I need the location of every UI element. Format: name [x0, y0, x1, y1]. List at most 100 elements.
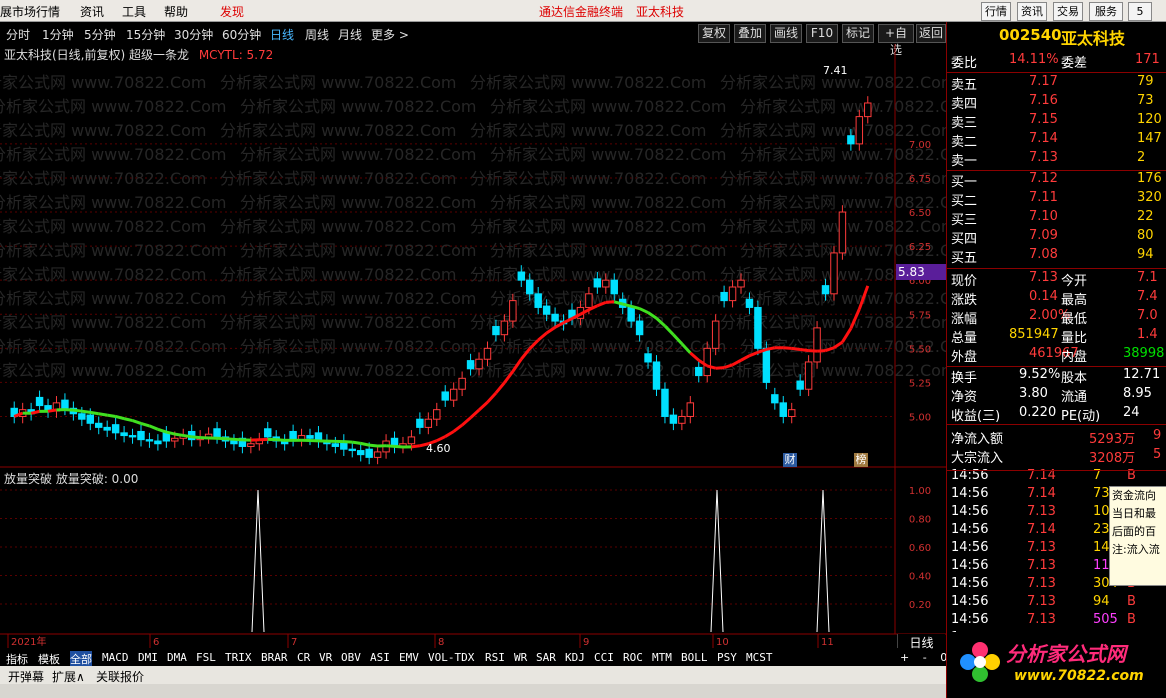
info-label-2: 流通 — [1061, 390, 1088, 405]
tab-fsl[interactable]: FSL — [196, 651, 216, 664]
bid-volume: 320 — [1137, 190, 1162, 205]
stock-title: 亚太科技 — [636, 5, 685, 19]
period-more[interactable]: 更多 > — [371, 26, 409, 43]
menu-news[interactable]: 资讯 — [80, 3, 104, 20]
ask-price: 7.16 — [1029, 93, 1058, 108]
candle-body — [61, 399, 69, 409]
tab-vol-tdx[interactable]: VOL-TDX — [428, 651, 474, 664]
btn-mark[interactable]: 标记 — [842, 24, 874, 43]
tick-volume: 14 — [1093, 540, 1110, 555]
tab-obv[interactable]: OBV — [341, 651, 361, 664]
watermark-text: 分析家公式网 www.70822.Com — [0, 289, 227, 308]
tab-roc[interactable]: ROC — [623, 651, 643, 664]
tab-sar[interactable]: SAR — [536, 651, 556, 664]
candle-body — [771, 394, 779, 404]
candle-body — [838, 211, 847, 254]
btn-overlay[interactable]: 叠加 — [734, 24, 766, 43]
candle-body — [247, 443, 255, 447]
linked-quote-button[interactable]: 关联报价 — [96, 668, 144, 685]
watermark-text: 分析家公式网 www.70822.Com — [470, 217, 707, 236]
tab-macd[interactable]: MACD — [102, 651, 129, 664]
candle-body — [627, 306, 635, 322]
period-30min[interactable]: 30分钟 — [174, 26, 213, 43]
bid-price: 7.12 — [1029, 171, 1058, 186]
breakout-spike — [816, 489, 830, 633]
tab-mtm[interactable]: MTM — [652, 651, 672, 664]
sub-tick-label: 1.00 — [909, 486, 931, 497]
tick-price: 7.14 — [1027, 486, 1056, 501]
btn-draw[interactable]: 画线 — [770, 24, 802, 43]
ma-segment — [148, 424, 159, 431]
tab-emv[interactable]: EMV — [399, 651, 419, 664]
wc-value: 171 — [1135, 52, 1160, 67]
menu-help[interactable]: 帮助 — [164, 3, 188, 20]
ma-segment — [808, 349, 818, 353]
danmu-button[interactable]: 开弹幕 — [8, 668, 44, 685]
info-value-2: 24 — [1123, 405, 1140, 420]
watermark-text: 分析家公式网 www.70822.Com — [490, 193, 727, 212]
menu-tools[interactable]: 工具 — [122, 3, 146, 20]
tab-cr[interactable]: CR — [297, 651, 310, 664]
period-60min[interactable]: 60分钟 — [222, 26, 261, 43]
btn-quote[interactable]: 行情 — [981, 2, 1011, 21]
ask-label: 卖四 — [951, 97, 978, 112]
candle-body — [855, 116, 864, 145]
tab-boll[interactable]: BOLL — [681, 651, 708, 664]
quote-label: 涨幅 — [951, 312, 978, 327]
btn-f10[interactable]: F10 — [806, 24, 838, 43]
btn-trade[interactable]: 交易 — [1053, 2, 1083, 21]
period-daily[interactable]: 日线 — [270, 26, 294, 43]
tab-psy[interactable]: PSY — [717, 651, 737, 664]
tab-rsi[interactable]: RSI — [485, 651, 505, 664]
flow-label: 大宗流入 — [951, 451, 1004, 466]
period-5min[interactable]: 5分钟 — [84, 26, 116, 43]
tab-指标[interactable]: 指标 — [6, 651, 28, 667]
tab-mcst[interactable]: MCST — [746, 651, 773, 664]
btn-back[interactable]: 返回 — [916, 24, 946, 43]
tab-wr[interactable]: WR — [514, 651, 527, 664]
ma-segment — [225, 437, 235, 441]
tab-全部[interactable]: 全部 — [70, 651, 92, 667]
ma-segment — [740, 354, 751, 362]
btn-minimize[interactable]: 5 — [1128, 2, 1152, 21]
tab-cci[interactable]: CCI — [594, 651, 614, 664]
tab-trix[interactable]: TRIX — [225, 651, 252, 664]
btn-add-watch[interactable]: +自选 — [878, 24, 914, 57]
breakout-spike — [251, 489, 265, 633]
zoom-out-button[interactable]: - — [923, 651, 927, 664]
tooltip-line: 注:流入流 — [1112, 543, 1160, 556]
ma-segment — [444, 430, 455, 438]
tab-dmi[interactable]: DMI — [138, 651, 158, 664]
tab-dma[interactable]: DMA — [167, 651, 187, 664]
expand-button[interactable]: 扩展∧ — [52, 668, 85, 685]
tab-asi[interactable]: ASI — [370, 651, 390, 664]
tab-模板[interactable]: 模板 — [38, 651, 60, 667]
ma-segment — [436, 435, 446, 443]
period-monthly[interactable]: 月线 — [338, 26, 362, 43]
period-weekly[interactable]: 周线 — [305, 26, 329, 43]
period-fenshi[interactable]: 分时 — [6, 26, 30, 43]
logo: 分析家公式网 www.70822.com — [952, 632, 1164, 694]
finance-marker[interactable]: 财 — [783, 453, 797, 467]
period-label[interactable]: 日线 — [897, 634, 945, 650]
ask-volume: 73 — [1137, 93, 1154, 108]
y-tick-label: 5.25 — [909, 378, 931, 389]
tab-brar[interactable]: BRAR — [261, 651, 288, 664]
zoom-controls: + - 0 — [900, 651, 947, 664]
period-1min[interactable]: 1分钟 — [42, 26, 74, 43]
candle-body — [483, 347, 492, 360]
rank-marker[interactable]: 榜 — [854, 453, 868, 467]
menu-discover[interactable]: 发现 — [220, 3, 244, 20]
flow-tooltip: 资金流向 当日和最 后面的百 注:流入流 — [1109, 486, 1166, 586]
watermark-text: 分析家公式网 www.70822.Com — [470, 73, 707, 92]
kline-chart[interactable]: 分析家公式网 www.70822.Com 分析家公式网 www.70822.Com… — [0, 44, 946, 650]
ma-segment — [233, 437, 243, 442]
period-15min[interactable]: 15分钟 — [126, 26, 165, 43]
btn-service[interactable]: 服务 — [1089, 2, 1123, 21]
menu-market[interactable]: 展市场行情 — [0, 3, 60, 20]
btn-news[interactable]: 资讯 — [1017, 2, 1047, 21]
tab-kdj[interactable]: KDJ — [565, 651, 585, 664]
btn-fuquan[interactable]: 复权 — [698, 24, 730, 43]
tab-vr[interactable]: VR — [319, 651, 332, 664]
zoom-in-button[interactable]: + — [900, 651, 909, 664]
